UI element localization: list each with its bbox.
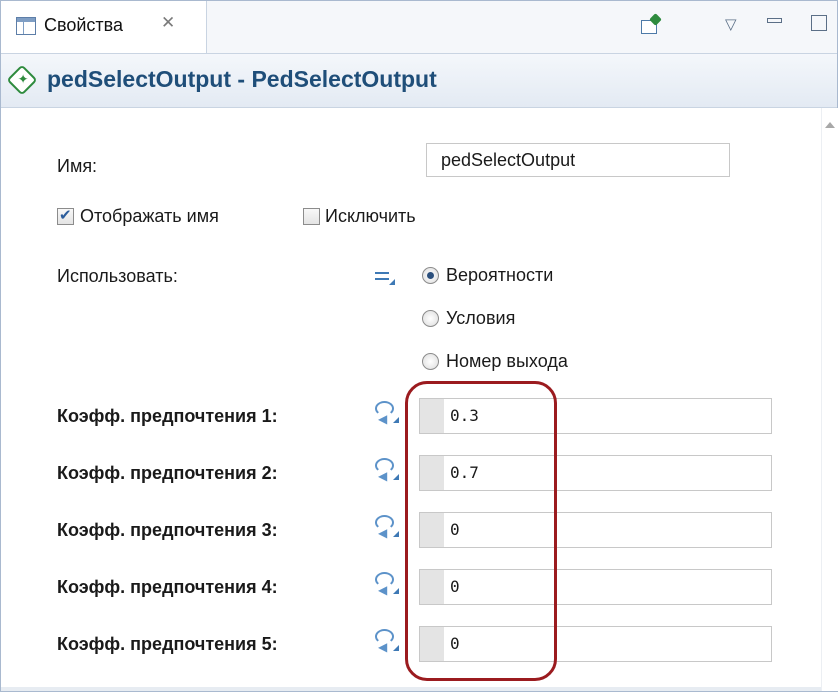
coefficient-label-2: Коэфф. предпочтения 2: (57, 463, 278, 483)
coefficient-field-3[interactable]: 0 (419, 512, 772, 548)
static-value-icon[interactable] (375, 267, 397, 285)
properties-header: ✦ pedSelectOutput - PedSelectOutput (1, 54, 837, 108)
ped-select-output-icon: ✦ (6, 64, 38, 96)
radio-exit-number[interactable] (422, 353, 439, 370)
coefficient-value-5: 0 (450, 634, 460, 653)
tab-properties[interactable]: Свойства ✕ (1, 1, 207, 53)
radio-conditions[interactable] (422, 310, 439, 327)
radio-label-probabilities: Вероятности (446, 265, 554, 285)
radio-label-exit-number: Номер выхода (446, 351, 568, 371)
radio-probabilities[interactable] (422, 267, 439, 284)
coefficient-value-4: 0 (450, 577, 460, 596)
exclude-checkbox[interactable] (303, 208, 320, 225)
field-gutter (420, 399, 444, 433)
dynamic-value-icon[interactable]: ◀ (373, 570, 401, 597)
coefficient-field-1[interactable]: 0.3 (419, 398, 772, 434)
page-title: pedSelectOutput - PedSelectOutput (47, 66, 437, 92)
coefficient-label-1: Коэфф. предпочтения 1: (57, 406, 278, 426)
dynamic-value-icon[interactable]: ◀ (373, 456, 401, 483)
vertical-scrollbar[interactable] (821, 108, 838, 691)
pin-view-icon[interactable] (639, 13, 665, 37)
view-menu-icon[interactable]: ▽ (725, 15, 737, 39)
dynamic-value-icon[interactable]: ◀ (373, 627, 401, 654)
field-gutter (420, 456, 444, 490)
coefficient-field-2[interactable]: 0.7 (419, 455, 772, 491)
radio-label-conditions: Условия (446, 308, 516, 328)
coefficient-field-5[interactable]: 0 (419, 626, 772, 662)
dynamic-value-icon[interactable]: ◀ (373, 399, 401, 426)
name-field[interactable]: pedSelectOutput (426, 143, 730, 177)
field-gutter (420, 513, 444, 547)
tab-label: Свойства (44, 15, 124, 35)
dynamic-value-icon[interactable]: ◀ (373, 513, 401, 540)
field-gutter (420, 570, 444, 604)
exclude-label: Исключить (325, 206, 416, 226)
coefficient-value-3: 0 (450, 520, 460, 539)
coefficient-value-1: 0.3 (450, 406, 479, 425)
name-label: Имя: (57, 156, 98, 176)
properties-view-icon (16, 17, 36, 35)
show-name-checkbox[interactable] (57, 206, 74, 225)
coefficient-label-3: Коэфф. предпочтения 3: (57, 520, 278, 540)
bottom-edge (1, 687, 821, 691)
coefficient-label-5: Коэфф. предпочтения 5: (57, 634, 278, 654)
properties-window: Свойства ✕ ▽ ✦ pedSelectOutput - PedSele… (0, 0, 838, 692)
coefficient-label-4: Коэфф. предпочтения 4: (57, 577, 278, 597)
coefficient-value-2: 0.7 (450, 463, 479, 482)
show-name-label: Отображать имя (80, 206, 219, 226)
close-icon[interactable]: ✕ (161, 13, 175, 33)
use-label: Использовать: (57, 266, 178, 286)
field-gutter (420, 627, 444, 661)
coefficient-field-4[interactable]: 0 (419, 569, 772, 605)
tab-bar: Свойства ✕ ▽ (1, 1, 837, 54)
scroll-up-arrow-icon[interactable] (825, 122, 835, 128)
